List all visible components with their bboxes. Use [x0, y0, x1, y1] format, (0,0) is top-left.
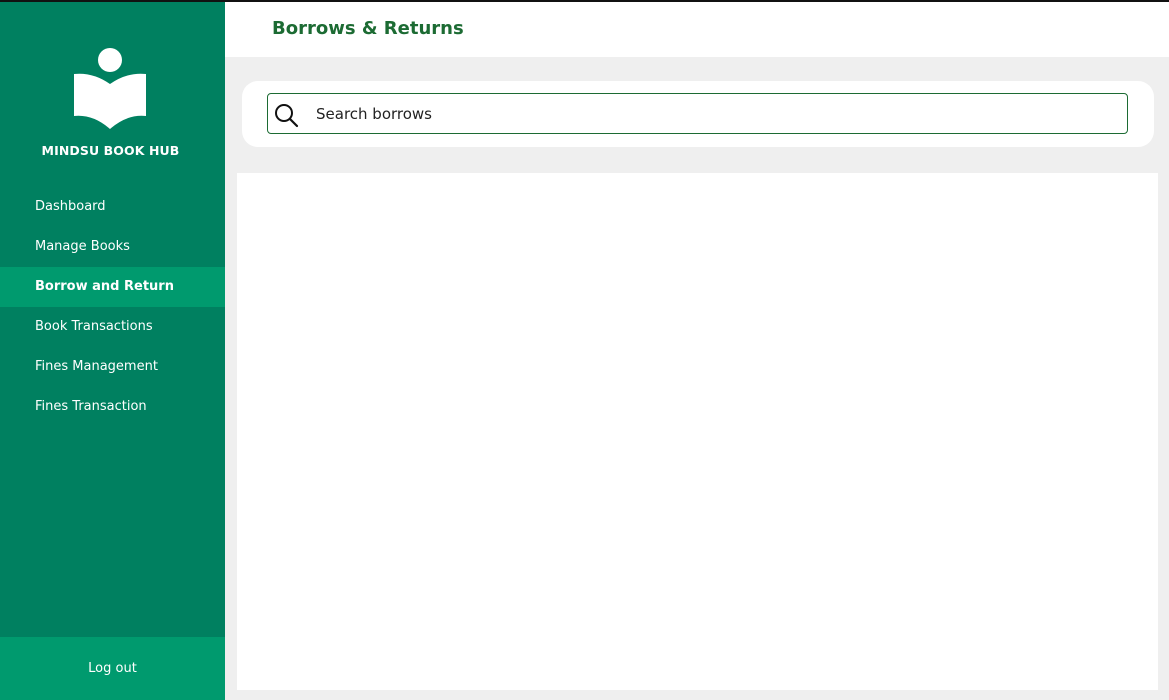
sidebar-item-fines-transaction[interactable]: Fines Transaction — [0, 387, 225, 427]
sidebar-item-manage-books[interactable]: Manage Books — [0, 227, 225, 267]
page-header: Borrows & Returns — [225, 2, 1169, 57]
sidebar-item-book-transactions[interactable]: Book Transactions — [0, 307, 225, 347]
borrows-content-panel — [237, 173, 1158, 690]
page-title: Borrows & Returns — [272, 18, 464, 39]
logout-button[interactable]: Log out — [0, 637, 225, 700]
search-input[interactable] — [316, 100, 1116, 128]
sidebar: MINDSU BOOK HUB Dashboard Manage Books B… — [0, 2, 225, 700]
search-card — [242, 81, 1154, 147]
sidebar-item-fines-management[interactable]: Fines Management — [0, 347, 225, 387]
search-box[interactable] — [267, 93, 1128, 134]
search-icon[interactable] — [273, 102, 299, 128]
logo — [0, 46, 225, 136]
sidebar-item-dashboard[interactable]: Dashboard — [0, 187, 225, 227]
sidebar-nav: Dashboard Manage Books Borrow and Return… — [0, 187, 225, 427]
open-book-reader-icon — [74, 48, 146, 129]
sidebar-item-borrow-and-return[interactable]: Borrow and Return — [0, 267, 225, 307]
brand-name: MINDSU BOOK HUB — [41, 143, 180, 158]
